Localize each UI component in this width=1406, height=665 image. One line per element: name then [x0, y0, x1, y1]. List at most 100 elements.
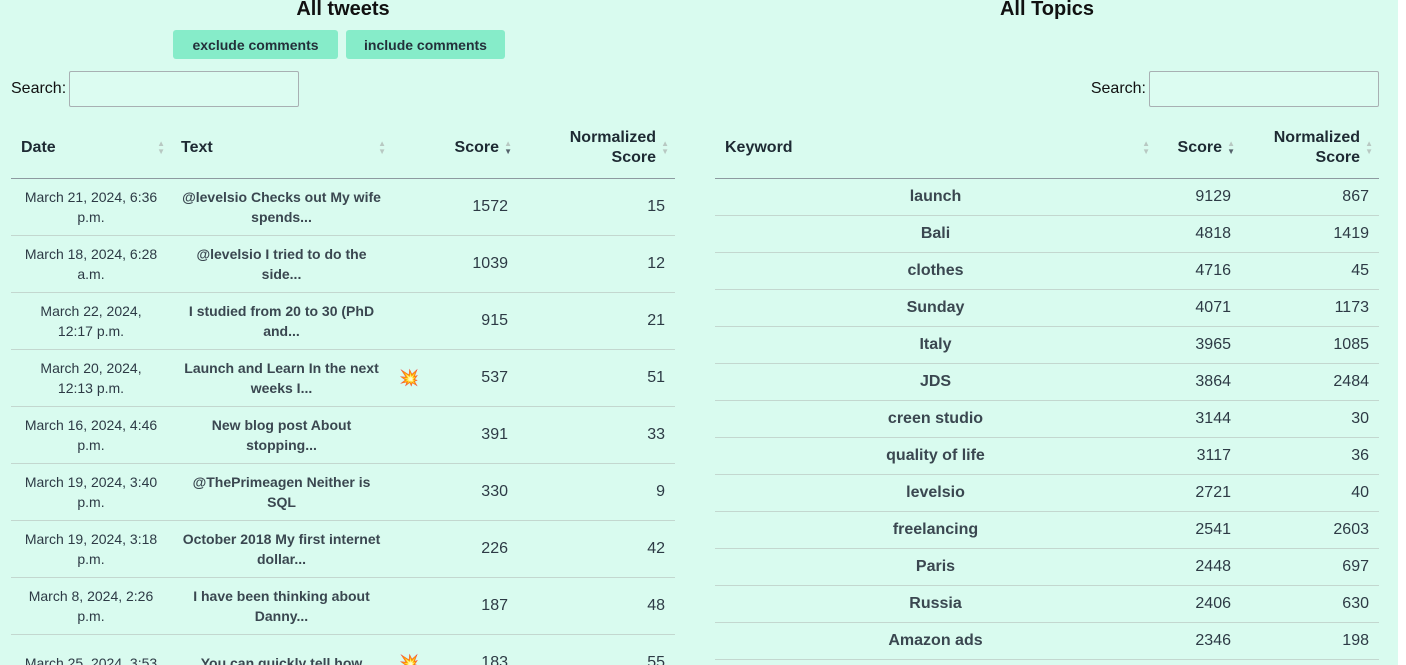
topic-score: 2721 [1156, 474, 1241, 512]
tweet-score-cell: 226 [392, 520, 518, 578]
tweet-row[interactable]: March 19, 2024, 3:18 p.m. October 2018 My… [11, 520, 675, 578]
tweet-date: March 20, 2024, 12:13 p.m. [11, 349, 171, 407]
topic-normalized-score: 630 [1241, 585, 1379, 623]
topic-keyword[interactable]: Sunday [715, 289, 1156, 327]
date-column-header[interactable]: Date ▲ ▼ [11, 118, 171, 179]
tweet-normalized-score: 48 [518, 577, 675, 635]
topic-row[interactable]: quality of life 3117 36 [715, 437, 1379, 475]
tweet-row[interactable]: March 20, 2024, 12:13 p.m. Launch and Lea… [11, 349, 675, 407]
score-column-header[interactable]: Score ▲ ▼ [392, 118, 518, 179]
text-column-header[interactable]: Text ▲ ▼ [171, 118, 392, 179]
topic-score: 3864 [1156, 363, 1241, 401]
tweet-text[interactable]: I studied from 20 to 30 (PhD and... [171, 292, 392, 350]
tweets-search-label: Search: [11, 80, 67, 97]
tweet-row[interactable]: March 8, 2024, 2:26 p.m. I have been thin… [11, 577, 675, 635]
sort-icon: ▲ ▼ [1142, 138, 1150, 156]
topic-normalized-score-column-header[interactable]: Normalized Score ▲ ▼ [1241, 118, 1379, 179]
tweet-text[interactable]: New blog post About stopping... [171, 406, 392, 464]
topic-row[interactable]: Russia 2406 630 [715, 585, 1379, 623]
normalized-header-label-2: Score [611, 148, 656, 166]
topic-normalized-score: 2603 [1241, 511, 1379, 549]
tweet-row[interactable]: March 22, 2024, 12:17 p.m. I studied from… [11, 292, 675, 350]
topic-keyword[interactable]: levelsio [715, 474, 1156, 512]
keyword-column-header[interactable]: Keyword ▲ ▼ [715, 118, 1156, 179]
topic-keyword[interactable]: Italy [715, 326, 1156, 364]
topic-row[interactable]: Bali 4818 1419 [715, 215, 1379, 253]
tweet-normalized-score: 15 [518, 178, 675, 236]
topic-row[interactable]: Sunday 4071 1173 [715, 289, 1379, 327]
tweet-score-cell: 1039 [392, 235, 518, 293]
date-header-label: Date [21, 138, 56, 156]
tweet-row[interactable]: March 16, 2024, 4:46 p.m. New blog post A… [11, 406, 675, 464]
tweets-table: Date ▲ ▼ Text ▲ ▼ Score ▲ ▼ Normalized Scor… [11, 118, 675, 665]
topic-keyword[interactable]: Russia [715, 585, 1156, 623]
tweet-text[interactable]: @levelsio Checks out My wife spends... [171, 178, 392, 236]
tweets-title: All tweets [296, 0, 390, 20]
topic-keyword[interactable]: quality of life [715, 437, 1156, 475]
topic-row[interactable]: clothes 4716 45 [715, 252, 1379, 290]
topic-keyword[interactable]: Amazon ads [715, 622, 1156, 660]
topic-normalized-score: 697 [1241, 548, 1379, 586]
topic-keyword[interactable]: creen studio [715, 400, 1156, 438]
topic-normalized-score: 40 [1241, 474, 1379, 512]
topic-keyword[interactable]: clothes [715, 252, 1156, 290]
collision-icon: 💥 [399, 654, 419, 665]
topic-keyword[interactable]: Paris [715, 548, 1156, 586]
topic-keyword[interactable]: launch [715, 178, 1156, 216]
sort-icon: ▲ ▼ [157, 138, 165, 156]
tweet-date: March 16, 2024, 4:46 p.m. [11, 406, 171, 464]
scrollbar-gutter [1398, 0, 1406, 665]
tweet-text[interactable]: October 2018 My first internet dollar... [171, 520, 392, 578]
topic-row[interactable]: levelsio 2721 40 [715, 474, 1379, 512]
tweet-score-cell: 391 [392, 406, 518, 464]
normalized-score-column-header[interactable]: Normalized Score ▲ ▼ [518, 118, 675, 179]
topic-row[interactable]: freelancing 2541 2603 [715, 511, 1379, 549]
topics-search-input[interactable] [1149, 71, 1379, 107]
topic-score: 3144 [1156, 400, 1241, 438]
tweet-text[interactable]: Launch and Learn In the next weeks I... [171, 349, 392, 407]
topic-row[interactable]: launch 9129 867 [715, 178, 1379, 216]
topic-normalized-score: 1085 [1241, 326, 1379, 364]
tweet-date: March 21, 2024, 6:36 p.m. [11, 178, 171, 236]
keyword-header-label: Keyword [725, 138, 793, 156]
topic-row[interactable]: Amazon ads 2346 198 [715, 622, 1379, 660]
sort-desc-icon: ▲ ▼ [504, 138, 512, 156]
topic-row[interactable]: Italy 3965 1085 [715, 326, 1379, 364]
tweet-text[interactable]: @levelsio I tried to do the side... [171, 235, 392, 293]
topic-score: 2406 [1156, 585, 1241, 623]
tweet-text[interactable]: You can quickly tell how [171, 634, 392, 665]
tweet-score-cell: 187 [392, 577, 518, 635]
tweet-row[interactable]: March 25, 2024, 3:53 You can quickly tell… [11, 634, 675, 665]
topic-keyword[interactable]: freelancing [715, 511, 1156, 549]
topic-row[interactable]: JDS 3864 2484 [715, 363, 1379, 401]
topic-row[interactable]: Paris 2448 697 [715, 548, 1379, 586]
sort-icon: ▲ ▼ [378, 138, 386, 156]
tweet-score-cell: 💥 537 [392, 349, 518, 407]
tweet-score-cell: 💥 183 [392, 634, 518, 665]
topic-keyword[interactable]: JDS [715, 363, 1156, 401]
tweet-normalized-score: 21 [518, 292, 675, 350]
tweet-normalized-score: 12 [518, 235, 675, 293]
topic-keyword[interactable]: Bali [715, 215, 1156, 253]
tweet-row[interactable]: March 21, 2024, 6:36 p.m. @levelsio Check… [11, 178, 675, 236]
include-comments-button[interactable]: include comments [346, 30, 505, 59]
topic-row[interactable]: creen studio 3144 30 [715, 400, 1379, 438]
tweet-text[interactable]: I have been thinking about Danny... [171, 577, 392, 635]
normalized-header-label-1: Normalized [569, 128, 656, 146]
tweet-score: 187 [481, 596, 508, 614]
tweet-normalized-score: 33 [518, 406, 675, 464]
topic-score-header-label: Score [1177, 138, 1222, 156]
tweets-search-input[interactable] [69, 71, 300, 107]
exclude-comments-button[interactable]: exclude comments [173, 30, 338, 59]
tweet-row[interactable]: March 19, 2024, 3:40 p.m. @ThePrimeagen N… [11, 463, 675, 521]
score-header-label: Score [454, 138, 499, 156]
topic-score: 4071 [1156, 289, 1241, 327]
topic-normalized-score: 1173 [1241, 289, 1379, 327]
topic-score-column-header[interactable]: Score ▲ ▼ [1156, 118, 1241, 179]
tweet-normalized-score: 51 [518, 349, 675, 407]
topic-normalized-score: 198 [1241, 622, 1379, 660]
tweet-row[interactable]: March 18, 2024, 6:28 a.m. @levelsio I tri… [11, 235, 675, 293]
tweet-text[interactable]: @ThePrimeagen Neither is SQL [171, 463, 392, 521]
comment-filter-buttons: exclude comments include comments [173, 30, 505, 59]
sort-desc-icon: ▲ ▼ [1227, 138, 1235, 156]
